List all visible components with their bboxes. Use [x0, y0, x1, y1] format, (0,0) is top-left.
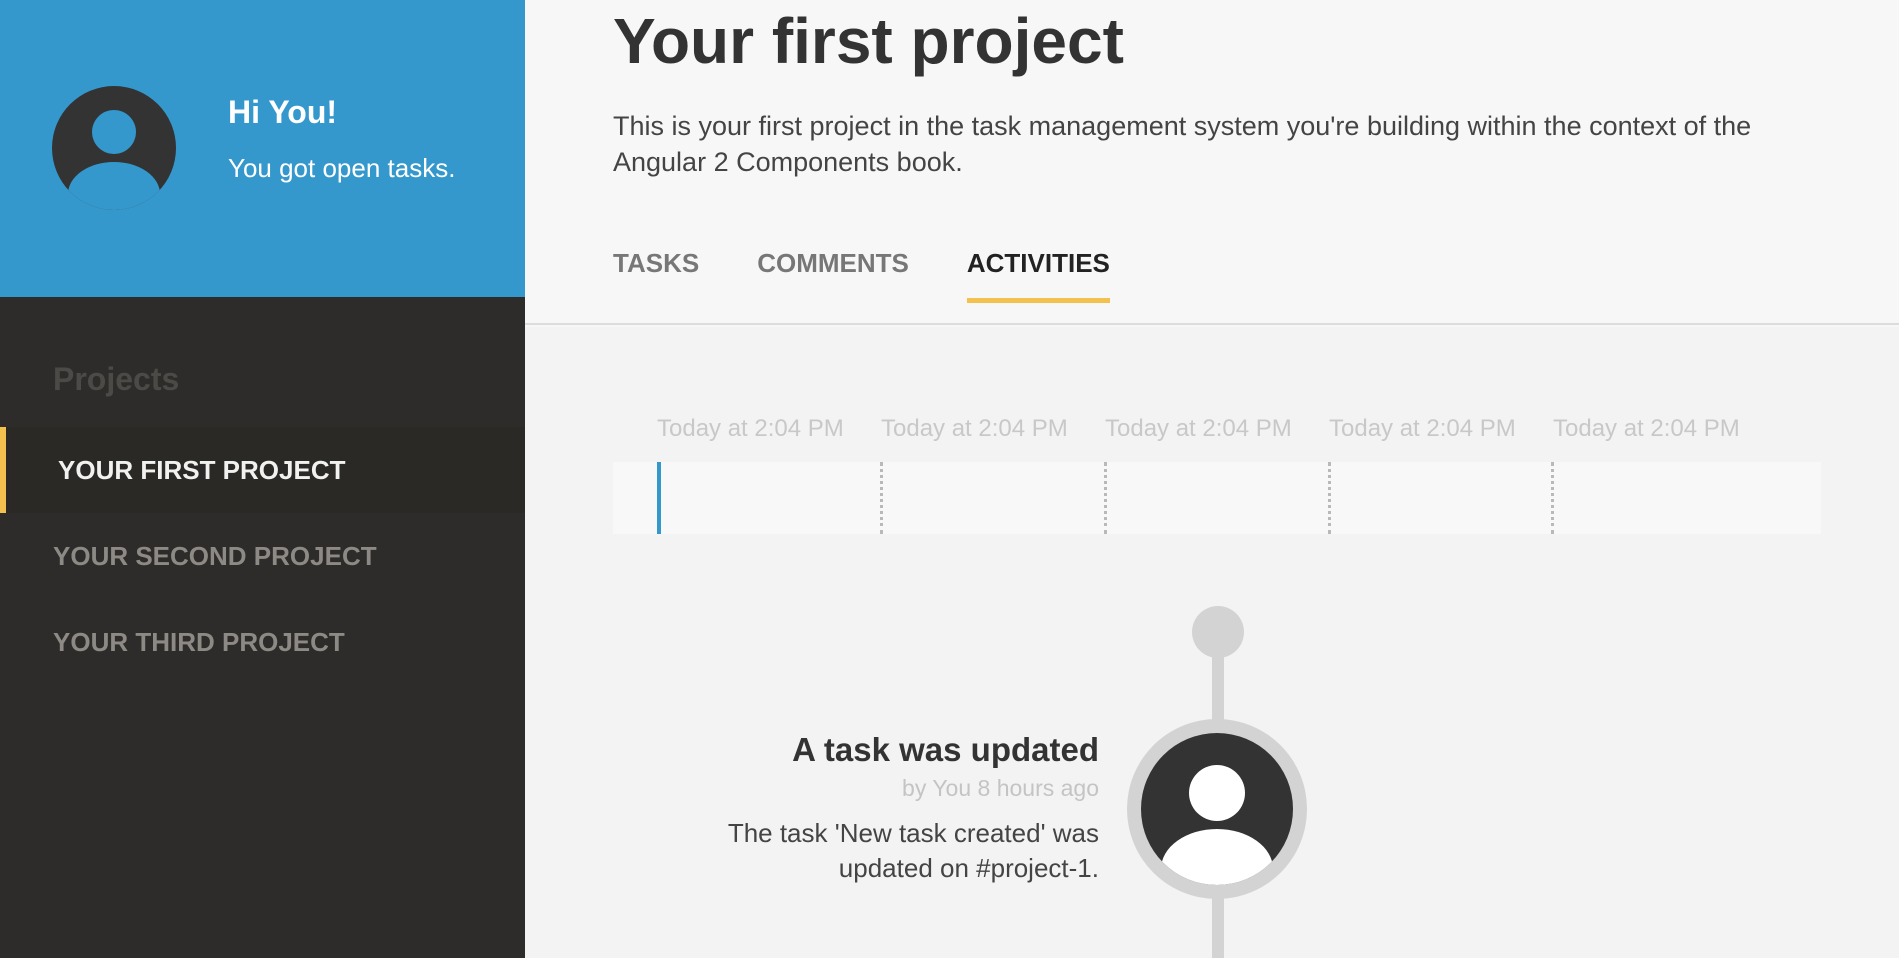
projects-heading: Projects — [53, 361, 180, 397]
user-avatar-icon — [1141, 733, 1293, 885]
slider-label: Today at 2:04 PM — [881, 415, 1068, 442]
projects-nav: Projects YOUR FIRST PROJECT YOUR SECOND … — [0, 297, 525, 958]
slider-label: Today at 2:04 PM — [1553, 415, 1740, 442]
greeting-text: Hi You! — [228, 94, 338, 130]
sidebar-item-your-third-project[interactable]: YOUR THIRD PROJECT — [0, 599, 525, 685]
slider-handle[interactable] — [657, 462, 661, 534]
timeline-start-dot — [1192, 606, 1244, 658]
activity-time-slider[interactable] — [613, 462, 1821, 534]
activities-panel: Today at 2:04 PM Today at 2:04 PM Today … — [525, 327, 1899, 958]
project-header: Your first project This is your first pr… — [525, 0, 1899, 325]
sidebar-item-your-first-project[interactable]: YOUR FIRST PROJECT — [0, 427, 525, 513]
project-tabs: TASKS COMMENTS ACTIVITIES — [613, 248, 1110, 303]
open-tasks-text: You got open tasks. — [228, 153, 456, 183]
slider-tick — [1104, 462, 1107, 534]
tab-comments[interactable]: COMMENTS — [757, 248, 909, 297]
sidebar-item-your-second-project[interactable]: YOUR SECOND PROJECT — [0, 513, 525, 599]
slider-label: Today at 2:04 PM — [1329, 415, 1516, 442]
user-avatar-icon — [52, 86, 176, 210]
slider-tick — [880, 462, 883, 534]
activity-slider-labels: Today at 2:04 PM Today at 2:04 PM Today … — [657, 415, 1777, 443]
tab-tasks[interactable]: TASKS — [613, 248, 699, 297]
slider-tick — [1328, 462, 1331, 534]
slider-label: Today at 2:04 PM — [657, 415, 844, 442]
app-root: Hi You! You got open tasks. Projects YOU… — [0, 0, 1899, 958]
user-profile-panel: Hi You! You got open tasks. — [0, 0, 525, 297]
activity-meta: by You 8 hours ago — [902, 775, 1099, 801]
activity-title: A task was updated — [792, 731, 1099, 768]
activity-entry: A task was updated by You 8 hours ago Th… — [679, 731, 1099, 886]
project-description: This is your first project in the task m… — [613, 111, 1752, 177]
tab-activities[interactable]: ACTIVITIES — [966, 248, 1110, 303]
main-content: Your first project This is your first pr… — [525, 0, 1899, 958]
slider-label: Today at 2:04 PM — [1105, 415, 1292, 442]
activity-body: The task 'New task created' was updated … — [727, 818, 1099, 883]
sidebar: Hi You! You got open tasks. Projects YOU… — [0, 0, 525, 958]
slider-tick — [1551, 462, 1554, 534]
page-title: Your first project — [613, 5, 1124, 77]
